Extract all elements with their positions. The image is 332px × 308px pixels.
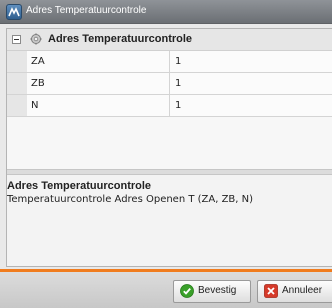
confirm-label: Bevestig	[198, 285, 237, 296]
property-row-za[interactable]: ZA 1	[7, 51, 332, 73]
property-name: ZA	[31, 56, 45, 67]
property-grid: Adres Temperatuurcontrole ZA 1 ZB 1 N 1	[7, 29, 332, 169]
column-divider	[169, 51, 170, 72]
row-gutter	[7, 73, 27, 94]
description-text: Temperatuurcontrole Adres Openen T (ZA, …	[7, 194, 254, 205]
collapse-icon[interactable]	[12, 35, 21, 44]
property-value[interactable]: 1	[175, 100, 181, 111]
dialog-body: Adres Temperatuurcontrole ZA 1 ZB 1 N 1 …	[6, 28, 332, 267]
cancel-label: Annuleer	[282, 285, 323, 296]
description-panel: Adres Temperatuurcontrole Temperatuurcon…	[7, 175, 332, 266]
property-row-zb[interactable]: ZB 1	[7, 73, 332, 95]
property-name: N	[31, 100, 39, 111]
close-icon	[264, 284, 278, 298]
property-name: ZB	[31, 78, 45, 89]
app-icon	[6, 4, 22, 20]
row-gutter	[7, 51, 27, 72]
property-category[interactable]: Adres Temperatuurcontrole	[7, 29, 332, 51]
row-gutter	[7, 95, 27, 116]
property-value[interactable]: 1	[175, 78, 181, 89]
column-divider	[169, 73, 170, 94]
checkmark-icon	[180, 284, 194, 298]
column-divider	[169, 95, 170, 116]
confirm-button[interactable]: Bevestig	[173, 280, 251, 303]
property-row-n[interactable]: N 1	[7, 95, 332, 117]
title-bar: Adres Temperatuurcontrole	[0, 0, 332, 24]
window-title: Adres Temperatuurcontrole	[26, 5, 147, 16]
gear-icon	[30, 33, 42, 45]
property-value[interactable]: 1	[175, 56, 181, 67]
cancel-button[interactable]: Annuleer	[257, 280, 332, 303]
category-label: Adres Temperatuurcontrole	[48, 33, 193, 45]
description-title: Adres Temperatuurcontrole	[7, 180, 152, 192]
button-bar: Bevestig Annuleer	[0, 272, 332, 308]
